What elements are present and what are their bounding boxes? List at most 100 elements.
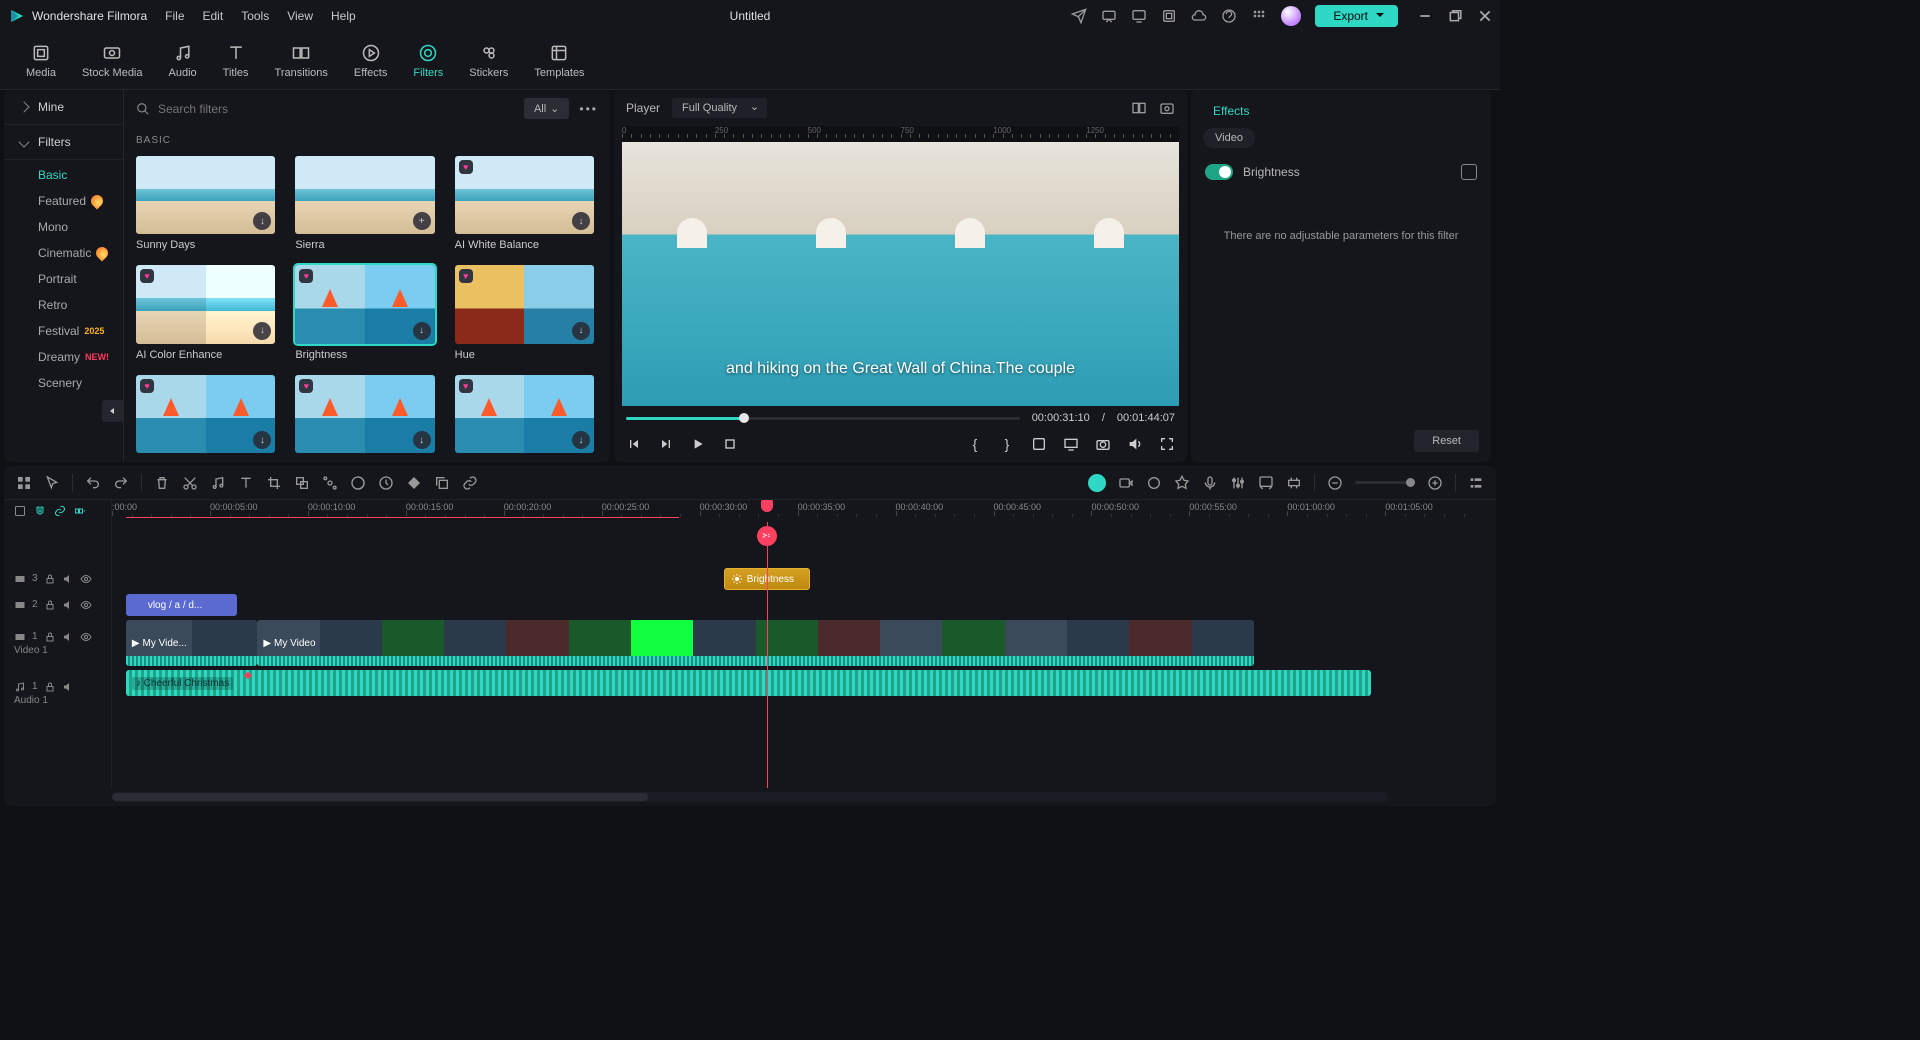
group-icon[interactable] [294,475,310,491]
brightness-effect-clip[interactable]: Brightness [724,568,810,590]
device-icon[interactable] [1258,475,1274,491]
category-basic[interactable]: Basic [38,168,123,182]
filter-thumb[interactable] [136,265,275,343]
visibility-icon[interactable] [80,631,92,643]
download-icon[interactable] [572,212,590,230]
fit-icon[interactable] [1286,475,1302,491]
list-view-icon[interactable] [1468,475,1484,491]
menu-edit[interactable]: Edit [203,9,224,23]
magnet-icon[interactable] [34,505,46,517]
timeline-content[interactable]: Brightness vlog / a / d... ▶ My Vide... … [112,522,1496,788]
filter-thumb[interactable] [295,265,434,343]
export-button[interactable]: Export [1315,5,1398,27]
apps-icon[interactable] [1251,8,1267,24]
mark-in-icon[interactable]: { [967,436,983,452]
reset-button[interactable]: Reset [1414,430,1479,452]
filter-thumb[interactable] [136,156,275,234]
visibility-icon[interactable] [80,599,92,611]
mute-icon[interactable] [62,631,74,643]
category-portrait[interactable]: Portrait [38,272,123,286]
video-clip-1[interactable]: ▶ My Vide... [126,620,257,666]
sidebar-mine[interactable]: Mine [4,90,123,125]
filter-thumb[interactable] [136,375,275,453]
filter-thumb[interactable] [295,156,434,234]
redo-icon[interactable] [113,475,129,491]
text-tool-icon[interactable] [238,475,254,491]
menu-view[interactable]: View [287,9,313,23]
mixer-icon[interactable] [1230,475,1246,491]
tab-audio[interactable]: Audio [169,43,197,79]
favorite-icon[interactable] [299,269,313,283]
favorite-icon[interactable] [140,269,154,283]
filter-thumb[interactable] [455,265,594,343]
green-screen-icon[interactable] [1088,474,1106,492]
title-clip[interactable]: vlog / a / d... [126,594,237,616]
tab-transitions[interactable]: Transitions [275,43,328,79]
search-input[interactable] [158,102,313,116]
marker-icon[interactable] [1174,475,1190,491]
clip-settings-icon[interactable] [1031,436,1047,452]
fullscreen-icon[interactable] [1159,436,1175,452]
category-cinematic[interactable]: Cinematic [38,246,123,260]
visibility-icon[interactable] [80,573,92,585]
grid-icon[interactable] [16,475,32,491]
collapse-sidebar-button[interactable] [102,400,124,422]
zoom-slider[interactable] [1355,481,1415,484]
screen-icon[interactable] [1131,8,1147,24]
chat-icon[interactable] [1101,8,1117,24]
category-featured[interactable]: Featured [38,194,123,208]
snapshot-icon[interactable] [1159,100,1175,116]
ripple-icon[interactable] [74,505,86,517]
mark-out-icon[interactable]: } [999,436,1015,452]
tab-stock-media[interactable]: Stock Media [82,43,143,79]
download-icon[interactable] [253,212,271,230]
compare-view-icon[interactable] [1131,100,1147,116]
download-icon[interactable] [413,322,431,340]
link-icon[interactable] [54,505,66,517]
circle-icon[interactable] [1146,475,1162,491]
support-icon[interactable] [1221,8,1237,24]
maximize-icon[interactable] [1448,9,1462,23]
download-icon[interactable] [413,212,431,230]
unlink-icon[interactable] [462,475,478,491]
mute-icon[interactable] [62,573,74,585]
tab-media[interactable]: Media [26,43,56,79]
play-icon[interactable] [690,436,706,452]
lock-icon[interactable] [44,599,56,611]
category-festival[interactable]: Festival2025 [38,324,123,338]
mic-icon[interactable] [1202,475,1218,491]
brightness-toggle[interactable] [1205,164,1233,180]
lock-icon[interactable] [44,573,56,585]
stop-icon[interactable] [722,436,738,452]
filter-all-dropdown[interactable]: All⌄ [524,98,569,119]
audio-tool-icon[interactable] [210,475,226,491]
sidebar-filters[interactable]: Filters [4,125,123,160]
tab-titles[interactable]: Titles [223,43,249,79]
progress-bar[interactable] [626,417,1020,420]
user-avatar[interactable] [1281,6,1301,26]
audio-clip[interactable]: ♪ Cheerful Christmas ◆ [126,670,1372,696]
color-icon[interactable] [350,475,366,491]
effects-tab[interactable]: Effects [1203,100,1259,122]
camera-icon[interactable] [1095,436,1111,452]
pointer-icon[interactable] [44,475,60,491]
video-clip-2[interactable]: ▶ My Video [257,620,1253,666]
filter-thumb[interactable] [455,375,594,453]
duplicate-icon[interactable] [434,475,450,491]
cut-icon[interactable] [182,475,198,491]
marker-icon[interactable]: ◆ [244,670,254,680]
lock-icon[interactable] [44,681,56,693]
prev-frame-icon[interactable] [626,436,642,452]
filter-settings-icon[interactable] [1461,164,1477,180]
zoom-out-icon[interactable] [1327,475,1343,491]
tab-stickers[interactable]: Stickers [469,43,508,79]
more-options-icon[interactable]: ••• [579,102,598,116]
download-icon[interactable] [572,322,590,340]
tab-templates[interactable]: Templates [534,43,584,79]
crop-icon[interactable] [266,475,282,491]
category-dreamy[interactable]: DreamyNEW! [38,350,123,364]
tab-filters[interactable]: Filters [413,43,443,79]
scissors-marker[interactable] [757,526,777,546]
next-frame-icon[interactable] [658,436,674,452]
filter-thumb[interactable] [295,375,434,453]
